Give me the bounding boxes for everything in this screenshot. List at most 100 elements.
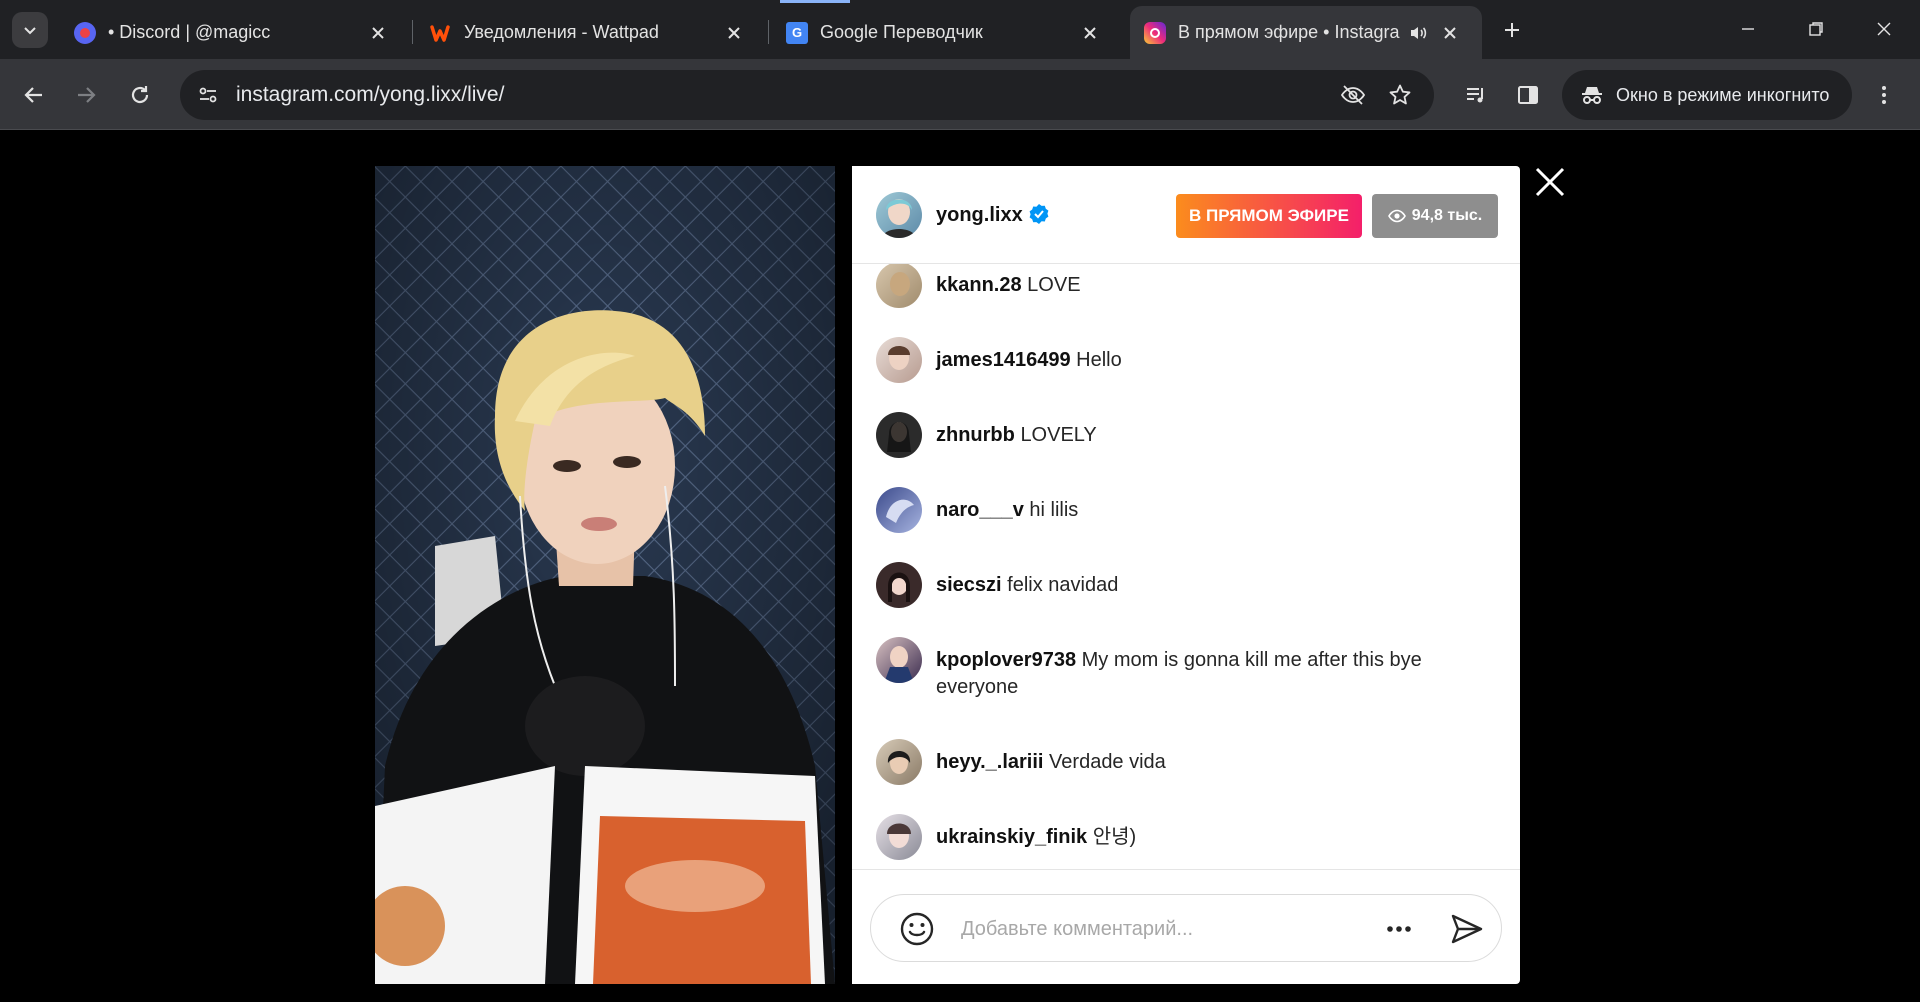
comment-text: siecszi felix navidad	[936, 572, 1476, 599]
comment-body: LOVELY	[1020, 424, 1097, 446]
arrow-left-icon	[24, 87, 42, 103]
eye-icon	[1387, 209, 1406, 223]
tab-loading-indicator	[780, 0, 850, 3]
comment-username[interactable]: siecszi	[936, 574, 1002, 596]
close-live-icon[interactable]	[1534, 166, 1566, 198]
discord-icon	[74, 21, 96, 44]
chevron-down-icon	[24, 27, 36, 35]
comment-username[interactable]: ukrainskiy_finik	[936, 826, 1087, 848]
reload-icon	[131, 86, 149, 104]
instagram-icon	[1144, 21, 1166, 44]
comment-text: naro___v hi lilis	[936, 497, 1476, 524]
speaker-icon[interactable]	[1406, 21, 1430, 45]
new-tab-button[interactable]	[1496, 14, 1528, 46]
reload-button[interactable]	[120, 75, 160, 115]
address-bar[interactable]: instagram.com/yong.lixx/live/	[180, 70, 1434, 120]
incognito-icon	[1582, 87, 1602, 104]
comment-body: 안녕)	[1092, 826, 1137, 848]
close-tab-icon[interactable]	[1078, 21, 1102, 45]
comment-body: felix navidad	[1007, 574, 1119, 596]
arrow-right-icon	[78, 87, 96, 103]
eye-off-icon[interactable]	[1340, 83, 1366, 107]
page-scrollbar[interactable]	[1904, 130, 1920, 1002]
browser-toolbar: instagram.com/yong.lixx/live/ Окно в реж…	[0, 59, 1920, 130]
comment-username[interactable]: kkann.28	[936, 274, 1022, 296]
comment-text: heyy._.lariii Verdade vida	[936, 749, 1476, 776]
minimize-button[interactable]	[1728, 14, 1768, 44]
incognito-indicator[interactable]: Окно в режиме инкогнито	[1562, 70, 1852, 120]
more-horizontal-icon	[1387, 926, 1411, 932]
tab-discord[interactable]: • Discord | @magicc	[64, 6, 404, 59]
tab-search-button[interactable]	[12, 12, 48, 48]
plus-icon	[1505, 23, 1519, 37]
commenter-avatar[interactable]	[876, 739, 922, 785]
close-tab-icon[interactable]	[722, 21, 746, 45]
playlist-icon	[1467, 88, 1483, 103]
comment-text: ukrainskiy_finik 안녕)	[936, 824, 1476, 851]
commenter-avatar[interactable]	[876, 814, 922, 860]
tab-title: • Discord | @magicc	[108, 22, 271, 42]
comment-username[interactable]: heyy._.lariii	[936, 751, 1043, 773]
comment-text: kpoplover9738 My mom is gonna kill me af…	[936, 647, 1476, 701]
bookmark-star-icon[interactable]	[1388, 83, 1412, 107]
close-icon	[1877, 22, 1891, 36]
live-header: yong.lixx В ПРЯМОМ ЭФИРЕ 94,8 тыс.	[852, 166, 1520, 264]
commenter-avatar[interactable]	[876, 637, 922, 683]
comment-username[interactable]: zhnurbb	[936, 424, 1015, 446]
tab-divider	[768, 20, 769, 44]
comment-body: Verdade vida	[1049, 751, 1166, 773]
kebab-menu-icon	[1882, 86, 1886, 104]
commenter-avatar[interactable]	[876, 562, 922, 608]
viewer-count: 94,8 тыс.	[1411, 207, 1483, 224]
google-translate-icon: G	[786, 21, 808, 44]
wattpad-icon	[430, 22, 452, 44]
media-controls-button[interactable]	[1456, 75, 1496, 115]
site-info-icon[interactable]	[196, 83, 220, 107]
commenter-avatar[interactable]	[876, 264, 922, 308]
verified-badge-icon	[1029, 204, 1049, 224]
send-icon[interactable]	[1449, 911, 1485, 947]
url-text[interactable]: instagram.com/yong.lixx/live/	[236, 83, 504, 107]
close-tab-icon[interactable]	[1438, 21, 1462, 45]
tab-instagram-live[interactable]: В прямом эфире • Instagram	[1130, 6, 1482, 59]
tab-wattpad[interactable]: Уведомления - Wattpad	[420, 6, 760, 59]
live-video[interactable]	[375, 166, 835, 984]
emoji-icon[interactable]	[899, 911, 935, 947]
browser-menu-button[interactable]	[1864, 75, 1904, 115]
minimize-icon	[1742, 28, 1754, 30]
comment-text: james1416499 Hello	[936, 347, 1476, 374]
restore-button[interactable]	[1796, 14, 1836, 44]
live-badge: В ПРЯМОМ ЭФИРЕ	[1176, 194, 1362, 238]
comment-text: kkann.28 LOVE	[936, 272, 1476, 299]
side-panel-icon	[1518, 86, 1538, 104]
commenter-avatar[interactable]	[876, 412, 922, 458]
forward-button[interactable]	[66, 75, 106, 115]
commenter-avatar[interactable]	[876, 337, 922, 383]
host-username[interactable]: yong.lixx	[936, 204, 1023, 227]
comment-username[interactable]: kpoplover9738	[936, 649, 1076, 671]
live-video-frame	[375, 166, 835, 984]
back-button[interactable]	[14, 75, 54, 115]
tab-title: Google Переводчик	[820, 22, 983, 42]
comment-body: LOVE	[1027, 274, 1081, 296]
close-window-button[interactable]	[1864, 14, 1904, 44]
comment-username[interactable]: naro___v	[936, 499, 1024, 521]
comment-body: hi lilis	[1029, 499, 1079, 521]
more-options-button[interactable]	[1383, 915, 1415, 943]
comment-list[interactable]: kkann.28 LOVE james1416499 Hello zhnurbb…	[852, 264, 1520, 869]
comment-input-box[interactable]	[870, 894, 1502, 962]
host-avatar[interactable]	[876, 192, 922, 238]
tab-google-translate[interactable]: G Google Переводчик	[776, 6, 1116, 59]
commenter-avatar[interactable]	[876, 487, 922, 533]
comment-composer	[852, 869, 1520, 984]
comment-input[interactable]	[961, 915, 1341, 943]
side-panel-button[interactable]	[1508, 75, 1548, 115]
page-content: yong.lixx В ПРЯМОМ ЭФИРЕ 94,8 тыс. kkann…	[0, 130, 1920, 1002]
comment-body: Hello	[1076, 349, 1122, 371]
close-tab-icon[interactable]	[366, 21, 390, 45]
incognito-label: Окно в режиме инкогнито	[1616, 84, 1830, 105]
comment-username[interactable]: james1416499	[936, 349, 1071, 371]
tab-strip: • Discord | @magicc Уведомления - Wattpa…	[0, 0, 1920, 59]
tab-title: Уведомления - Wattpad	[464, 22, 659, 42]
tab-title: В прямом эфире • Instagram	[1178, 22, 1400, 42]
